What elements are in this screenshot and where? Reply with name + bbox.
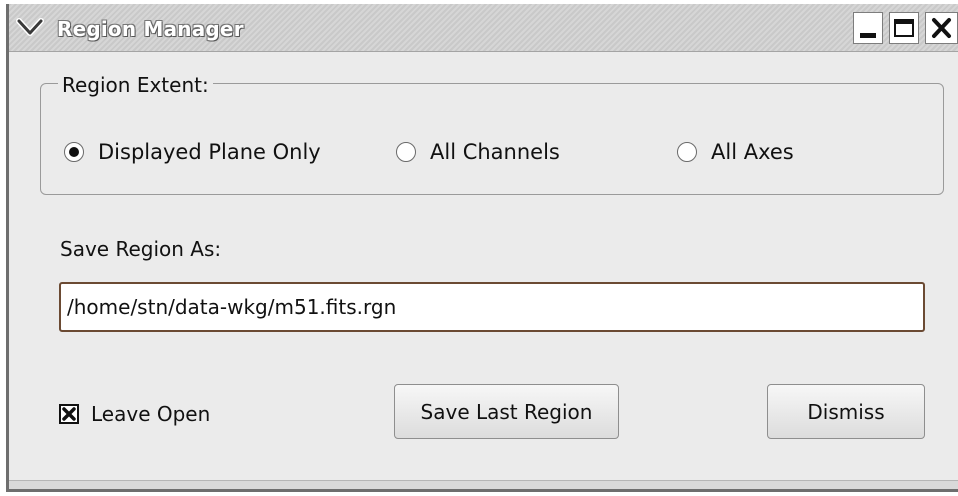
window-title: Region Manager bbox=[57, 17, 244, 41]
region-extent-legend: Region Extent: bbox=[58, 73, 213, 97]
maximize-icon[interactable] bbox=[889, 12, 919, 44]
save-region-label: Save Region As: bbox=[60, 237, 222, 261]
radio-indicator[interactable] bbox=[64, 142, 84, 162]
dismiss-button[interactable]: Dismiss bbox=[767, 384, 925, 439]
radio-all-axes[interactable]: All Axes bbox=[677, 138, 794, 166]
chevron-down-icon[interactable] bbox=[15, 16, 45, 40]
checkbox-checked-icon[interactable] bbox=[59, 404, 79, 424]
radio-indicator[interactable] bbox=[396, 142, 416, 162]
leave-open-label: Leave Open bbox=[91, 402, 211, 426]
close-icon[interactable] bbox=[925, 12, 958, 44]
window-bottom-edge bbox=[9, 480, 958, 489]
radio-label: Displayed Plane Only bbox=[98, 140, 321, 164]
radio-selected-dot bbox=[69, 147, 79, 157]
save-region-input[interactable]: /home/stn/data-wkg/m51.fits.rgn bbox=[59, 282, 925, 332]
radio-label: All Channels bbox=[430, 140, 560, 164]
radio-displayed-plane-only[interactable]: Displayed Plane Only bbox=[64, 138, 321, 166]
radio-all-channels[interactable]: All Channels bbox=[396, 138, 560, 166]
leave-open-checkbox[interactable]: Leave Open bbox=[59, 400, 210, 428]
radio-label: All Axes bbox=[711, 140, 794, 164]
titlebar[interactable]: Region Manager bbox=[9, 4, 958, 52]
radio-indicator[interactable] bbox=[677, 142, 697, 162]
region-manager-window: Region Manager Region Extent: Displayed … bbox=[6, 4, 958, 492]
minimize-icon[interactable] bbox=[853, 12, 883, 44]
save-last-region-button[interactable]: Save Last Region bbox=[394, 384, 619, 439]
